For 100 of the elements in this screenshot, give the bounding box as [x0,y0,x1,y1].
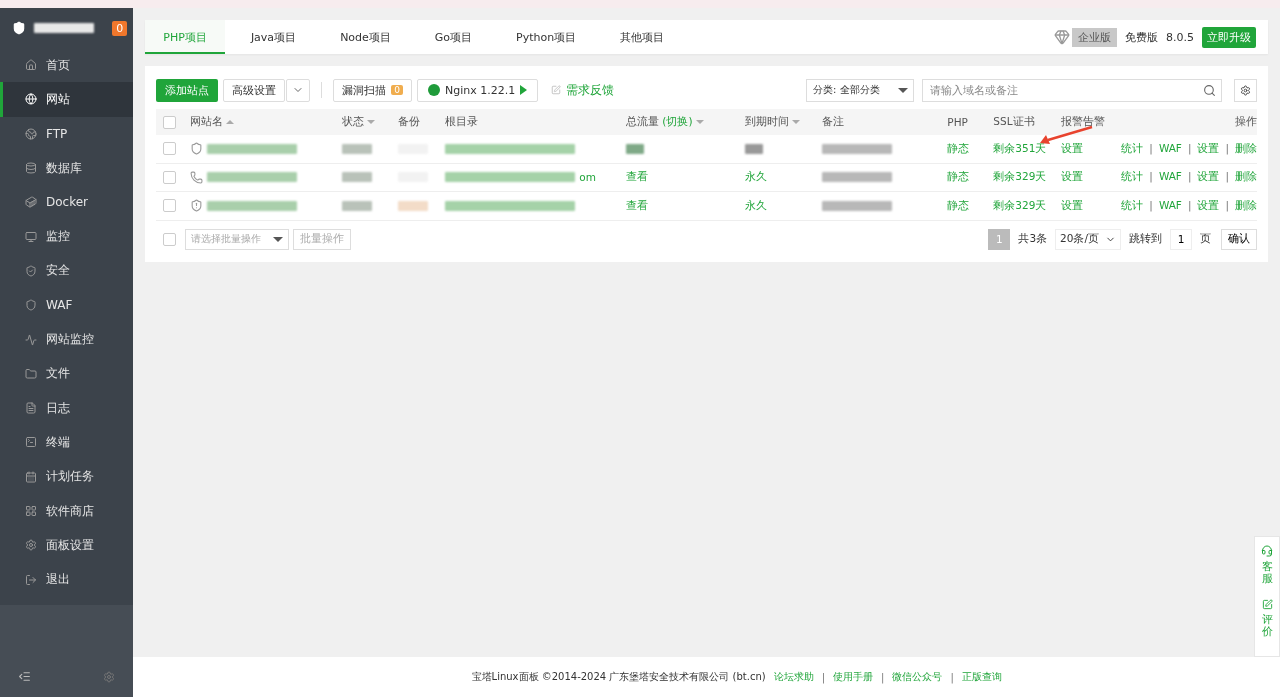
container-icon [25,196,37,209]
checkbox[interactable] [163,170,177,184]
settings-button[interactable] [1234,78,1257,102]
diamond-icon [1054,29,1070,45]
sidebar-item[interactable]: 文件 [0,356,134,391]
sidebar-item[interactable]: 首页 [0,48,134,83]
checkbox[interactable] [163,232,177,246]
action-link[interactable]: 统计 [1121,141,1144,156]
column-header[interactable]: 到期时间 [745,115,801,129]
ssl-link[interactable]: 剩余351天 [993,141,1047,156]
rate-link[interactable]: 评价 [1261,614,1273,639]
sidebar-item[interactable]: FTP [0,116,134,151]
action-link[interactable]: 删除 [1235,170,1257,185]
alarm-link[interactable]: 设置 [1061,170,1084,185]
separator: | [1149,141,1153,156]
add-site-button[interactable]: 添加站点 [156,78,219,102]
notification-badge[interactable]: 0 [112,20,128,36]
sidebar-item[interactable]: 监控 [0,219,134,254]
search-icon[interactable] [1203,83,1216,97]
php-link[interactable]: 静态 [947,141,970,156]
confirm-button[interactable]: 确认 [1221,228,1257,250]
shield-icon [25,299,37,312]
view-link[interactable]: 查看 [626,198,649,213]
ssl-link[interactable]: 剩余329天 [993,198,1047,213]
checkbox[interactable] [163,142,177,156]
column-header: PHP [947,116,968,128]
root-path-text[interactable]: om [579,171,596,184]
batch-button[interactable]: 批量操作 [293,228,352,250]
project-tab[interactable]: 其他项目 [602,20,683,54]
action-link[interactable]: 统计 [1121,170,1144,185]
php-link[interactable]: 静态 [947,170,970,185]
upgrade-button[interactable]: 立即升级 [1202,26,1256,48]
settings-icon[interactable] [103,671,116,683]
enterprise-label[interactable]: 企业版 [1072,27,1117,47]
project-tab[interactable]: Python项目 [498,20,595,54]
page-size-select[interactable]: 20条/页 [1055,228,1121,250]
sidebar-item[interactable]: 计划任务 [0,459,134,494]
ssl-link[interactable]: 剩余329天 [993,170,1047,185]
action-link[interactable]: 设置 [1197,141,1220,156]
service-link[interactable]: 客服 [1261,561,1273,586]
sidebar-item[interactable]: 退出 [0,562,134,597]
action-link[interactable]: WAF [1158,141,1182,156]
shield-icon [190,199,204,213]
sidebar-item[interactable]: 面板设置 [0,528,134,563]
sidebar-item[interactable]: 数据库 [0,150,134,186]
alarm-link[interactable]: 设置 [1061,141,1084,156]
advanced-settings-button[interactable]: 高级设置 [223,78,286,102]
action-link[interactable]: WAF [1158,198,1182,213]
sidebar-item[interactable]: WAF [0,288,134,323]
column-header[interactable]: 状态 [342,115,376,129]
alarm-link[interactable]: 设置 [1061,198,1084,213]
sidebar-item[interactable]: Docker [0,185,134,220]
page-button[interactable]: 1 [988,228,1011,250]
nginx-button[interactable]: Nginx 1.22.1 [417,78,539,102]
page-input[interactable]: 1 [1170,228,1192,250]
action-link[interactable]: WAF [1158,170,1182,185]
expiry-text[interactable]: 永久 [745,198,768,213]
document-icon [25,402,37,415]
feedback-link[interactable]: 需求反馈 [566,81,615,99]
action-link[interactable]: 统计 [1121,198,1144,213]
edit-icon [551,85,562,95]
column-header[interactable]: 总流量 (切换) [626,115,704,129]
sidebar-item[interactable]: 网站监控 [0,322,134,357]
category-select[interactable]: 分类: 全部分类 [806,78,914,102]
phone-icon [190,170,204,184]
project-tab[interactable]: Node项目 [322,20,409,54]
sidebar-item[interactable]: 网站 [0,82,134,117]
action-link[interactable]: 删除 [1235,198,1257,213]
sidebar-item[interactable]: 软件商店 [0,493,134,529]
project-tab[interactable]: PHP项目 [145,20,225,54]
batch-select[interactable]: 请选择批量操作 [185,228,290,250]
settings-icon [1240,84,1251,96]
footer-link[interactable]: 论坛求助 [773,670,814,684]
footer-link[interactable]: 正版查询 [961,670,1002,684]
checkbox[interactable] [163,199,177,213]
logout-icon [25,573,37,586]
view-link[interactable]: 查看 [626,170,649,185]
column-header: 备注 [822,115,845,129]
column-header[interactable]: 网站名 [190,115,235,129]
action-link[interactable]: 设置 [1197,170,1220,185]
footer-link[interactable]: 使用手册 [833,670,873,684]
sidebar-item[interactable]: 日志 [0,390,134,426]
project-tab[interactable]: Go项目 [416,20,491,54]
dropdown-button[interactable] [286,78,311,102]
edit-icon[interactable] [1261,599,1273,611]
blurred-text [626,143,645,154]
footer-link[interactable]: 微信公众号 [892,670,943,684]
action-link[interactable]: 设置 [1197,198,1220,213]
action-link[interactable]: 删除 [1235,141,1257,156]
vulnerability-scan-button[interactable]: 漏洞扫描 0 [333,78,413,102]
blurred-text [822,200,893,211]
sidebar-item[interactable]: 终端 [0,425,134,460]
search-field[interactable]: 请输入域名或备注 [922,78,1222,102]
headset-icon[interactable] [1261,545,1273,557]
sidebar-item[interactable]: 安全 [0,253,134,289]
php-link[interactable]: 静态 [947,198,970,213]
project-tab[interactable]: Java项目 [232,20,315,54]
checkbox[interactable] [163,115,177,129]
collapse-icon[interactable] [18,670,31,683]
expiry-text[interactable]: 永久 [745,170,768,185]
